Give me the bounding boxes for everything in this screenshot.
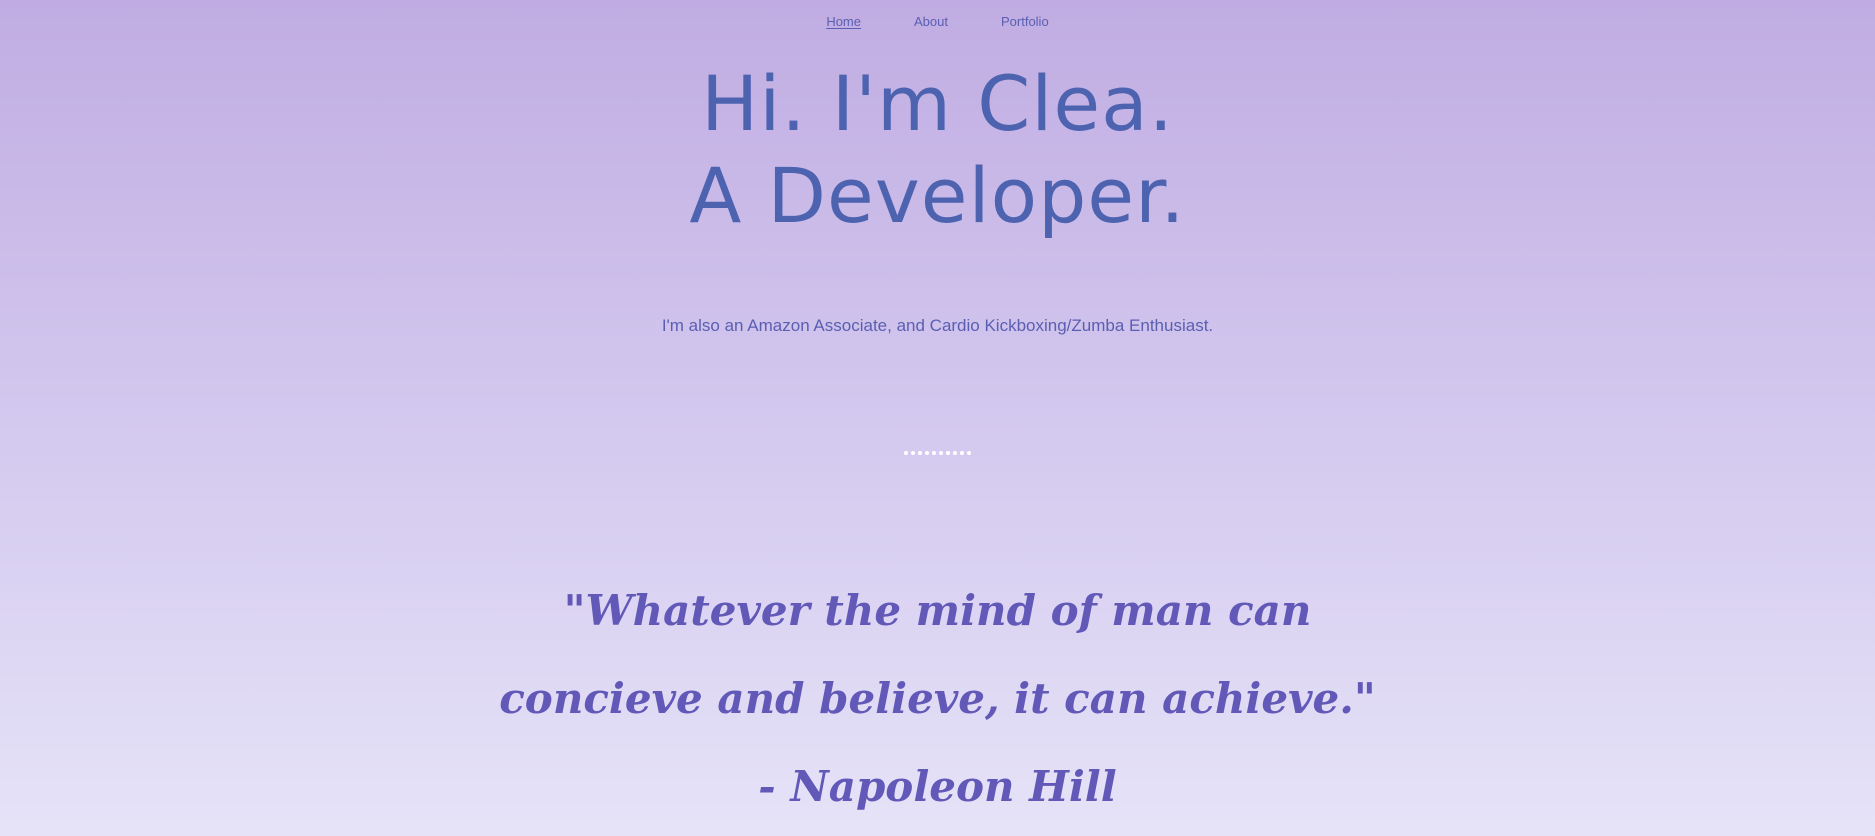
hero-heading: Hi. I'm Clea. A Developer. bbox=[0, 58, 1875, 242]
hero-heading-line-2: A Developer. bbox=[689, 151, 1186, 240]
main-nav: Home About Portfolio bbox=[0, 13, 1875, 33]
carousel-dot[interactable] bbox=[911, 451, 915, 455]
quote-text: "Whatever the mind of man can concieve a… bbox=[499, 586, 1376, 811]
carousel-dot[interactable] bbox=[918, 451, 922, 455]
carousel-dot[interactable] bbox=[932, 451, 936, 455]
carousel-dot[interactable] bbox=[904, 451, 908, 455]
nav-about-link[interactable]: About bbox=[914, 13, 948, 33]
nav-portfolio-link[interactable]: Portfolio bbox=[1001, 13, 1049, 33]
hero-subtitle: I'm also an Amazon Associate, and Cardio… bbox=[661, 316, 1214, 335]
carousel-dot[interactable] bbox=[925, 451, 929, 455]
carousel-dot[interactable] bbox=[953, 451, 957, 455]
carousel-dot[interactable] bbox=[960, 451, 964, 455]
hero-heading-line-1: Hi. I'm Clea. bbox=[701, 59, 1174, 148]
carousel-dot[interactable] bbox=[967, 451, 971, 455]
carousel-dot[interactable] bbox=[946, 451, 950, 455]
nav-home-link[interactable]: Home bbox=[826, 13, 861, 33]
carousel-dots bbox=[0, 451, 1875, 455]
carousel-dot[interactable] bbox=[939, 451, 943, 455]
